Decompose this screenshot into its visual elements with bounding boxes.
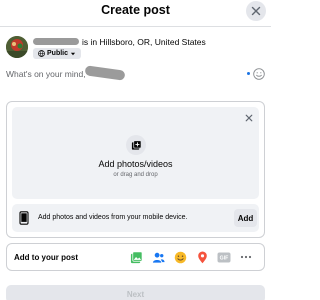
check-in-icon — [197, 251, 207, 263]
tag-people-button[interactable] — [151, 250, 165, 264]
mobile-device-icon — [19, 211, 29, 225]
close-icon — [245, 114, 253, 122]
composer — [6, 65, 265, 81]
close-icon — [251, 6, 261, 16]
add-photo-icon-wrap — [126, 135, 146, 155]
audience-label: Public — [47, 50, 69, 57]
close-upload-button[interactable] — [243, 112, 255, 124]
feeling-activity-icon — [174, 251, 186, 263]
text-style-dot — [247, 72, 250, 75]
add-photo-icon — [131, 139, 141, 150]
media-upload-panel: Add photos/videos or drag and drop Add p… — [6, 101, 265, 238]
audience-selector[interactable]: Public — [33, 48, 82, 59]
tag-people-icon — [152, 252, 165, 263]
check-in-button[interactable] — [195, 250, 209, 264]
gif-label: GIF — [220, 255, 229, 261]
header-divider — [0, 26, 271, 27]
add-photos-title: Add photos/videos — [98, 159, 173, 169]
feeling-activity-button[interactable] — [173, 250, 187, 264]
more-options-button[interactable] — [239, 250, 253, 264]
next-button[interactable]: Next — [6, 285, 265, 300]
add-from-mobile-button[interactable]: Add — [234, 209, 257, 227]
author-line: is in Hillsboro, OR, United States — [33, 36, 265, 48]
photo-video-icon — [130, 251, 142, 263]
globe-icon — [38, 50, 45, 57]
emoji-button[interactable] — [253, 67, 265, 80]
more-options-icon — [240, 255, 252, 259]
avatar[interactable] — [6, 36, 28, 58]
photo-drop-zone[interactable]: Add photos/videos or drag and drop — [12, 107, 259, 199]
dialog-header: Create post — [0, 0, 271, 24]
add-to-post-bar: Add to your post GIF — [6, 243, 265, 271]
mobile-upload-text: Add photos and videos from your mobile d… — [38, 214, 188, 221]
location-text: is in Hillsboro, OR, United States — [82, 36, 206, 47]
caret-down-icon — [70, 52, 76, 55]
add-to-post-label: Add to your post — [14, 253, 78, 262]
smiley-icon — [253, 68, 265, 80]
close-dialog-button[interactable] — [246, 1, 266, 21]
drag-drop-hint: or drag and drop — [113, 172, 158, 178]
mobile-upload-row: Add photos and videos from your mobile d… — [12, 204, 259, 232]
redacted-name — [33, 38, 79, 46]
gif-icon: GIF — [217, 252, 231, 262]
dialog-title: Create post — [101, 3, 170, 17]
avatar-image — [6, 36, 28, 58]
gif-button[interactable]: GIF — [217, 250, 231, 264]
photo-video-button[interactable] — [129, 250, 143, 264]
post-author: is in Hillsboro, OR, United States Publi… — [6, 36, 266, 62]
